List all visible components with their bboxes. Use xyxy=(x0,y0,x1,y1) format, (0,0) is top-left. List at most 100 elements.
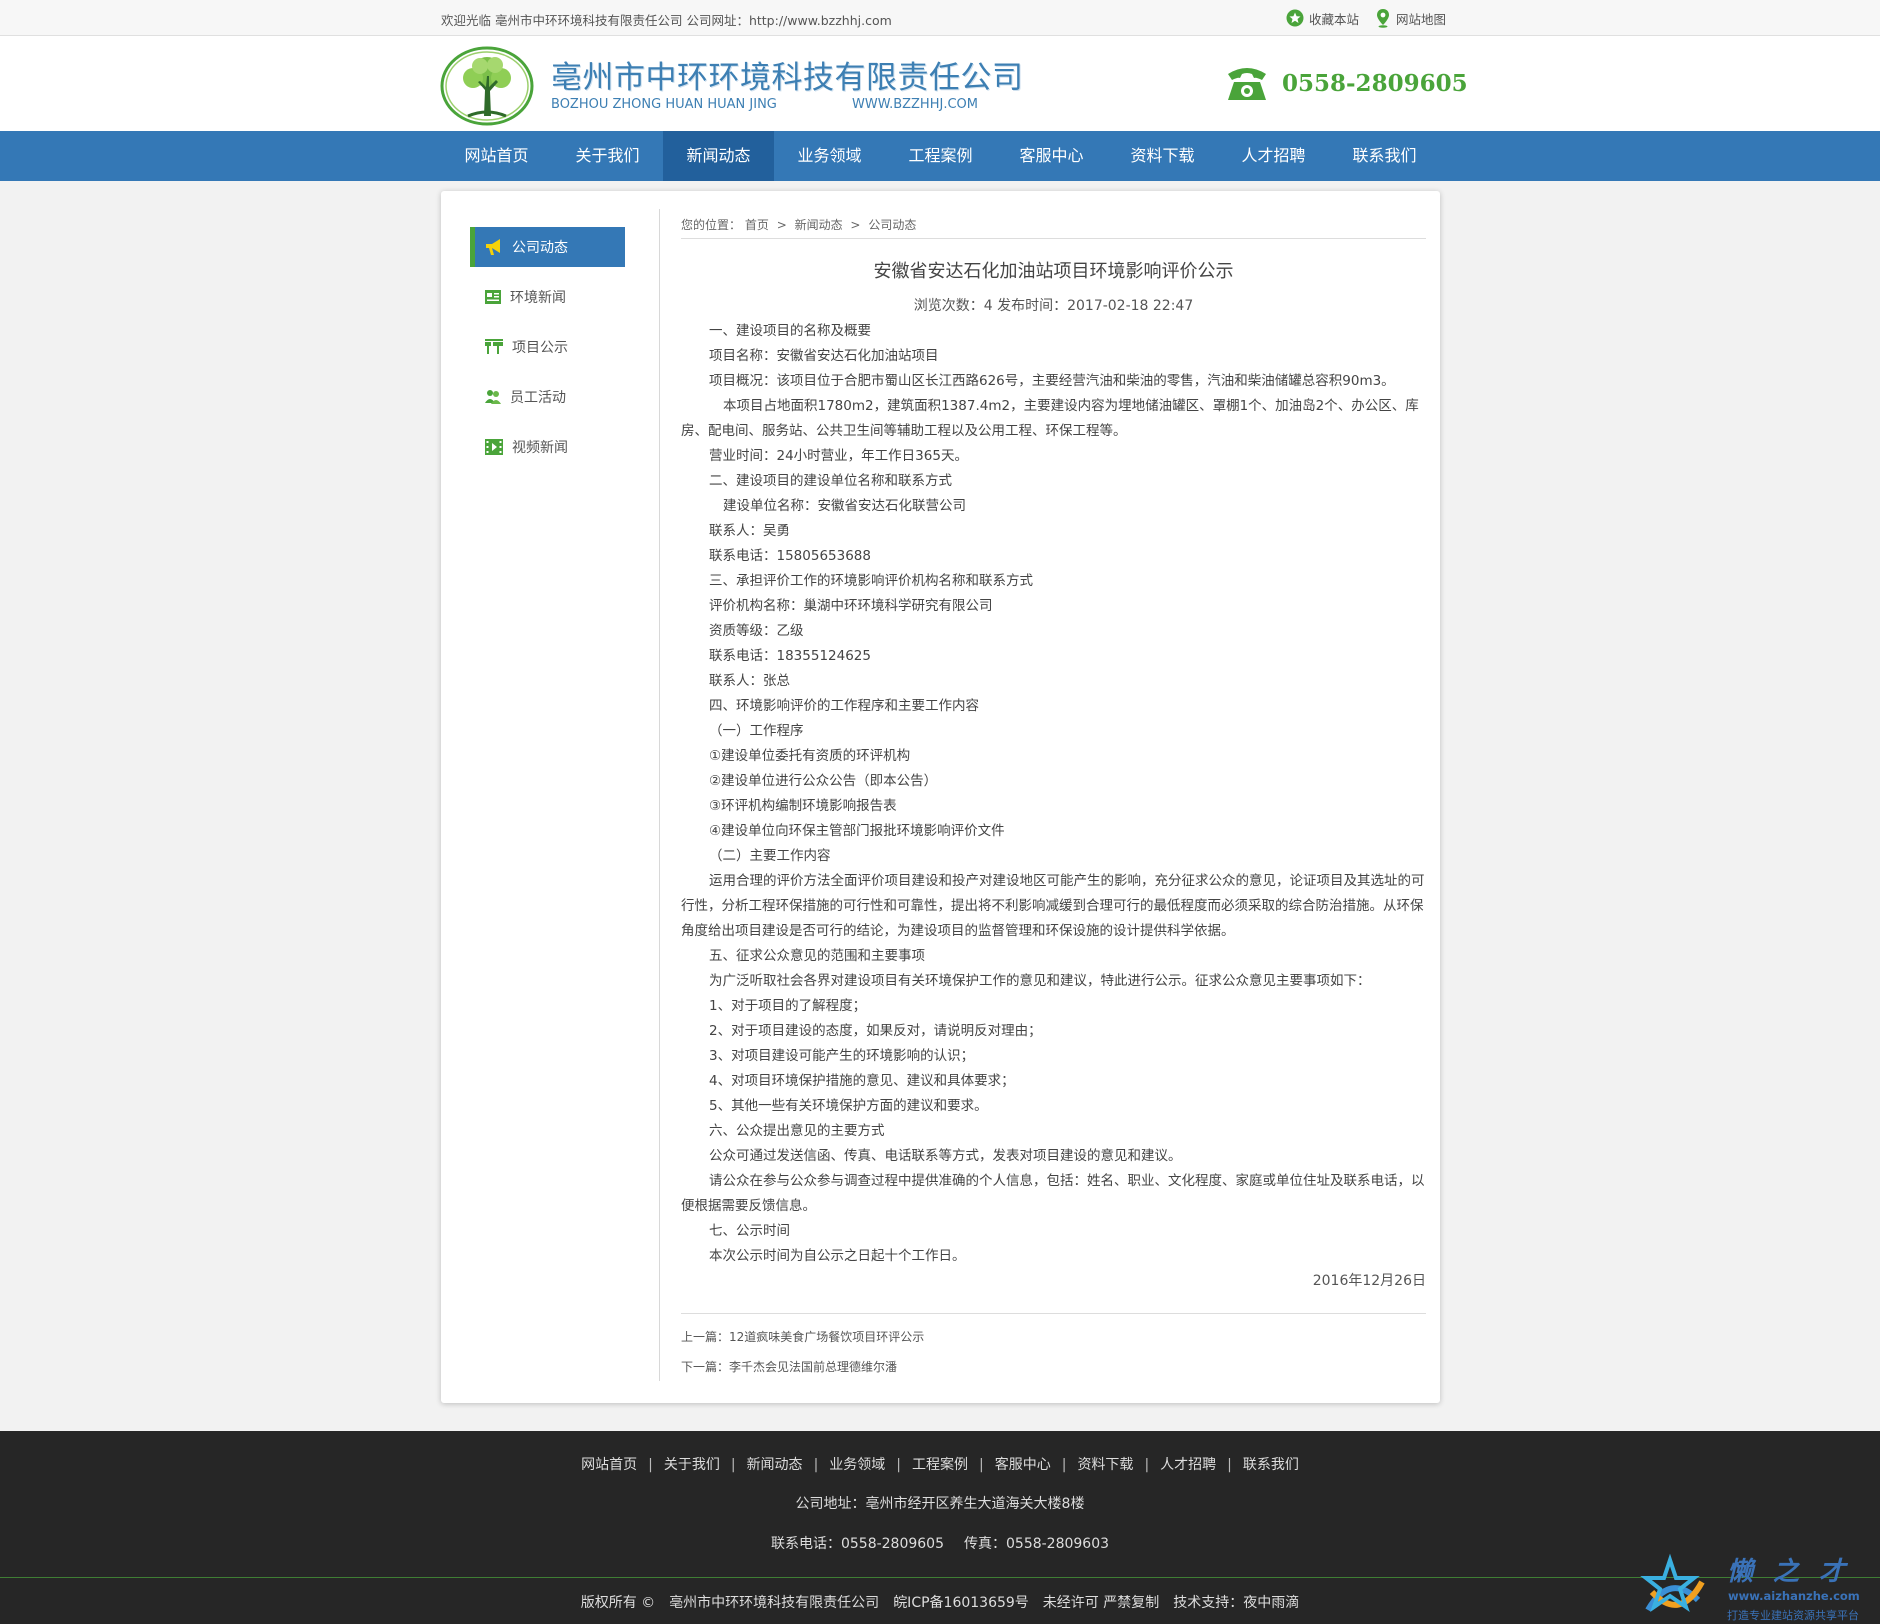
article-paragraph: 营业时间：24小时营业，年工作日365天。 xyxy=(709,448,968,464)
bookmark-label: 收藏本站 xyxy=(1309,11,1360,27)
sidebar-item-video-news[interactable]: 视频新闻 xyxy=(470,427,625,467)
footer-links: 网站首页 | 关于我们 | 新闻动态 | 业务领域 | 工程案例 | 客服中心 | 资料下载 | 人才招聘 |… xyxy=(0,1454,1880,1474)
sidebar-item-environment-news[interactable]: 环境新闻 xyxy=(470,277,625,317)
article-body: 一、建设项目的名称及概要 项目名称：安徽省安达石化加油站项目 项目概况：该项目位于合… xyxy=(681,319,1426,1269)
footer-link-service[interactable]: 客服中心 xyxy=(995,1457,1051,1473)
article-paragraph: 联系电话：18355124625 xyxy=(709,648,871,664)
watermark-brand: 懒之才 xyxy=(1727,1557,1866,1587)
article-paragraph: 评价机构名称：巢湖中环环境科学研究有限公司 xyxy=(709,598,993,614)
article-paragraph: 为广泛听取社会各界对建设项目有关环境保护工作的意见和建议，特此进行公示。征求公众… xyxy=(709,973,1371,989)
people-icon xyxy=(485,390,501,404)
bookmark-link[interactable]: 收藏本站 xyxy=(1286,9,1359,28)
nav-item-download[interactable]: 资料下载 xyxy=(1107,131,1218,181)
sidebar-item-project-notice[interactable]: 项目公示 xyxy=(470,327,625,367)
top-links: 收藏本站 网站地图 xyxy=(1280,8,1446,28)
top-bar: 欢迎光临 亳州市中环环境科技有限责任公司 公司网址：http://www.bzz… xyxy=(0,0,1880,36)
nav-item-home[interactable]: 网站首页 xyxy=(441,131,552,181)
article-paragraph: 三、承担评价工作的环境影响评价机构名称和联系方式 xyxy=(709,573,1033,589)
watermark-url: www.aizhanzhe.com xyxy=(1728,1589,1860,1603)
signpost-icon xyxy=(485,339,503,354)
footer-link-home[interactable]: 网站首页 xyxy=(581,1457,637,1473)
article-title: 安徽省安达石化加油站项目环境影响评价公示 xyxy=(873,261,1234,282)
footer-link-separator: | xyxy=(1227,1457,1232,1473)
article-paragraph: ①建设单位委托有资质的环评机构 xyxy=(709,748,911,764)
breadcrumb-separator: > xyxy=(850,218,861,232)
footer-link-business[interactable]: 业务领域 xyxy=(829,1457,885,1473)
article-paragraph: 六、公众提出意见的主要方式 xyxy=(709,1123,885,1139)
article-paragraph: 建设单位名称：安徽省安达石化联营公司 xyxy=(723,498,966,514)
footer-link-about[interactable]: 关于我们 xyxy=(664,1457,720,1473)
article-paragraph: 联系人：张总 xyxy=(709,673,790,689)
article-paragraph: 七、公示时间 xyxy=(709,1223,790,1239)
article-paragraph: 五、征求公众意见的范围和主要事项 xyxy=(709,948,925,964)
nav-item-news[interactable]: 新闻动态 xyxy=(663,131,774,181)
article-paragraph: 项目名称：安徽省安达石化加油站项目 xyxy=(709,348,939,364)
footer-link-cases[interactable]: 工程案例 xyxy=(912,1457,968,1473)
sitemap-label: 网站地图 xyxy=(1396,11,1447,27)
map-pin-icon xyxy=(1377,9,1390,28)
nav-item-business[interactable]: 业务领域 xyxy=(774,131,885,181)
footer-contact: 联系电话：0558-2809605 传真：0558-2809603 xyxy=(0,1533,1880,1553)
tech-support: 技术支持：夜中雨滴 xyxy=(1173,1595,1300,1611)
article-paragraph: 1、对于项目的了解程度； xyxy=(709,998,867,1014)
sidebar: 公司动态 环境新闻 项目公示 员工活动 视频新闻 xyxy=(470,227,625,477)
article-meta: 浏览次数：4 发布时间：2017-02-18 22:47 xyxy=(913,298,1194,314)
sidebar-item-label: 环境新闻 xyxy=(510,290,566,306)
breadcrumb-separator: > xyxy=(776,218,787,232)
footer-link-separator: | xyxy=(730,1457,736,1473)
footer-copyright: 版权所有 © 亳州市中环环境科技有限责任公司 皖ICP备16013659号 未经许可 … xyxy=(0,1592,1880,1612)
article-paragraph: 联系电话：15805653688 xyxy=(709,548,871,564)
star-icon xyxy=(1286,9,1304,27)
article-paragraph: 二、建设项目的建设单位名称和联系方式 xyxy=(709,473,952,489)
article-paragraph: 公众可通过发送信函、传真、电话联系等方式，发表对项目建设的意见和建议。 xyxy=(709,1148,1182,1164)
footer-link-news[interactable]: 新闻动态 xyxy=(747,1457,803,1473)
breadcrumb-section[interactable]: 新闻动态 xyxy=(795,218,843,232)
footer-link-contact[interactable]: 联系我们 xyxy=(1243,1457,1299,1473)
sidebar-item-company-news[interactable]: 公司动态 xyxy=(470,227,625,267)
article-paragraph: 一、建设项目的名称及概要 xyxy=(709,323,871,339)
nav-item-jobs[interactable]: 人才招聘 xyxy=(1218,131,1329,181)
footer-link-jobs[interactable]: 人才招聘 xyxy=(1160,1457,1216,1473)
article-paragraph: 联系人：吴勇 xyxy=(709,523,790,539)
nav-item-cases[interactable]: 工程案例 xyxy=(885,131,996,181)
copyright-company: 亳州市中环环境科技有限责任公司 xyxy=(669,1595,880,1611)
welcome-text: 欢迎光临 亳州市中环环境科技有限责任公司 公司网址：http://www.bzz… xyxy=(441,13,892,28)
megaphone-icon xyxy=(486,239,500,255)
sidebar-item-staff-activities[interactable]: 员工活动 xyxy=(470,377,625,417)
company-pinyin: BOZHOU ZHONG HUAN HUAN JING xyxy=(551,97,777,112)
sidebar-item-label: 公司动态 xyxy=(512,240,568,256)
article-divider xyxy=(681,1313,1426,1314)
footer-link-separator: | xyxy=(1144,1457,1150,1473)
site-header: 亳州市中环环境科技有限责任公司 BOZHOU ZHONG HUAN HUAN J… xyxy=(0,36,1880,131)
nav-item-service[interactable]: 客服中心 xyxy=(996,131,1107,181)
tree-logo-icon[interactable] xyxy=(440,46,535,126)
breadcrumb-home[interactable]: 首页 xyxy=(745,218,769,232)
footer-link-separator: | xyxy=(979,1457,984,1473)
article-paragraph: 四、环境影响评价的工作程序和主要工作内容 xyxy=(709,698,979,714)
divider xyxy=(659,209,660,1381)
prev-article-link[interactable]: 上一篇：12道疯味美食广场餐饮项目环评公示 xyxy=(681,1328,924,1345)
footer-link-download[interactable]: 资料下载 xyxy=(1077,1457,1133,1473)
sidebar-item-label: 项目公示 xyxy=(512,340,568,356)
article-paragraph: （一）工作程序 xyxy=(709,723,804,739)
breadcrumb-current[interactable]: 公司动态 xyxy=(868,218,916,232)
telephone-icon xyxy=(1228,68,1266,100)
header-phone-number: 0558-2809605 xyxy=(1282,70,1468,97)
newspaper-icon xyxy=(485,290,501,304)
footer-link-separator: | xyxy=(813,1457,819,1473)
breadcrumb-label: 您的位置： xyxy=(681,218,742,232)
article-paragraph: 本次公示时间为自公示之日起十个工作日。 xyxy=(709,1248,966,1264)
article-paragraph: 本项目占地面积1780m2，建筑面积1387.4m2，主要建设内容为埋地储油罐区… xyxy=(681,398,1419,439)
icp-number[interactable]: 皖ICP备16013659号 xyxy=(893,1595,1029,1611)
article-paragraph: 运用合理的评价方法全面评价项目建设和投产对建设地区可能产生的影响，充分征求公众的… xyxy=(681,873,1425,939)
footer-phone: 联系电话：0558-2809605 xyxy=(770,1536,944,1552)
nav-item-about[interactable]: 关于我们 xyxy=(552,131,663,181)
article-paragraph: 3、对项目建设可能产生的环境影响的认识； xyxy=(709,1048,975,1064)
nav-item-contact[interactable]: 联系我们 xyxy=(1329,131,1440,181)
article-date: 2016年12月26日 xyxy=(1312,1273,1426,1289)
footer-divider xyxy=(0,1577,1880,1578)
article-paragraph: ③环评机构编制环境影响报告表 xyxy=(709,798,897,814)
footer-link-separator: | xyxy=(896,1457,901,1473)
next-article-link[interactable]: 下一篇：李千杰会见法国前总理德维尔潘 xyxy=(681,1358,897,1375)
sitemap-link[interactable]: 网站地图 xyxy=(1375,8,1446,28)
